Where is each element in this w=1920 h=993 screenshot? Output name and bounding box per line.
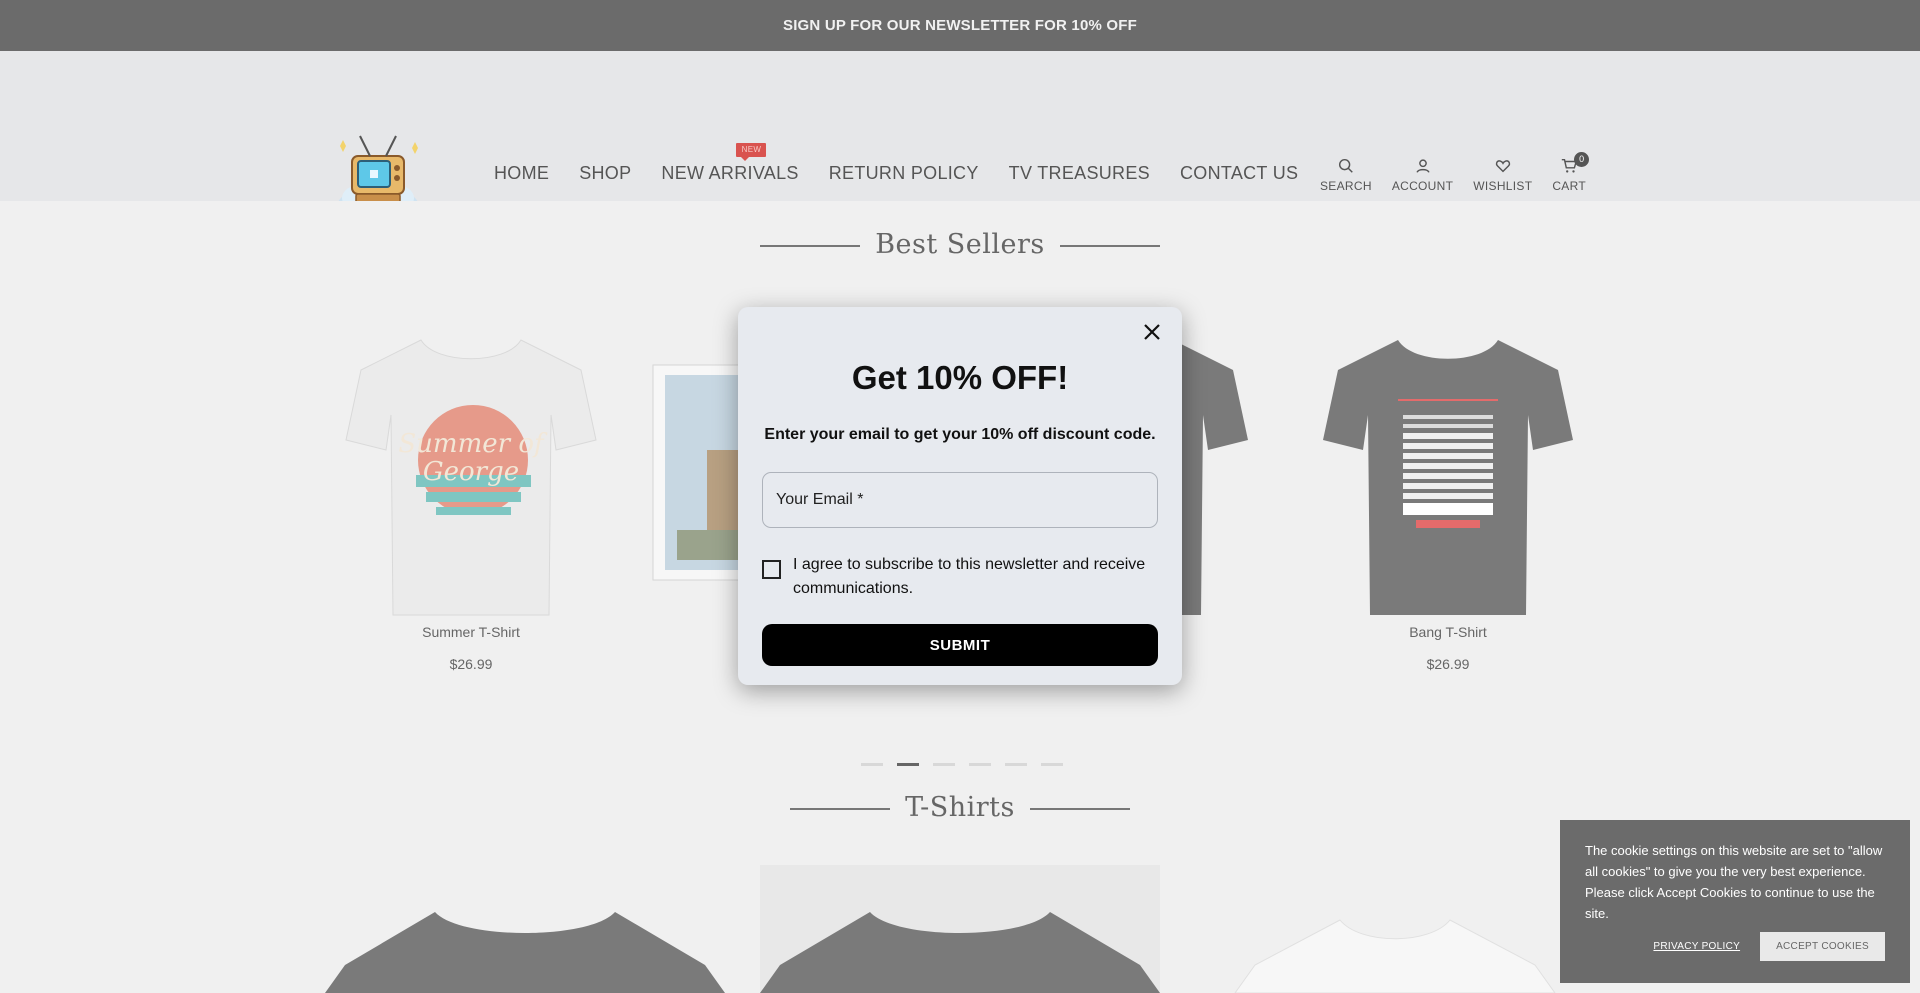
agree-label[interactable]: I agree to subscribe to this newsletter … xyxy=(793,553,1162,601)
newsletter-modal: Get 10% OFF! Enter your email to get you… xyxy=(738,307,1182,685)
accept-cookies-button[interactable]: ACCEPT COOKIES xyxy=(1760,932,1885,961)
submit-button[interactable]: SUBMIT xyxy=(762,624,1158,666)
privacy-policy-link[interactable]: PRIVACY POLICY xyxy=(1653,941,1740,952)
modal-title: Get 10% OFF! xyxy=(851,359,1069,396)
modal-subtitle: Enter your email to get your 10% off dis… xyxy=(764,426,1156,443)
agree-row: I agree to subscribe to this newsletter … xyxy=(762,553,1162,601)
cookie-banner: The cookie settings on this website are … xyxy=(1560,820,1910,983)
agree-checkbox[interactable] xyxy=(762,560,781,579)
cookie-actions: PRIVACY POLICY ACCEPT COOKIES xyxy=(1653,932,1885,961)
close-icon[interactable] xyxy=(1142,322,1162,342)
cookie-text: The cookie settings on this website are … xyxy=(1585,843,1883,921)
email-field[interactable] xyxy=(762,472,1158,528)
